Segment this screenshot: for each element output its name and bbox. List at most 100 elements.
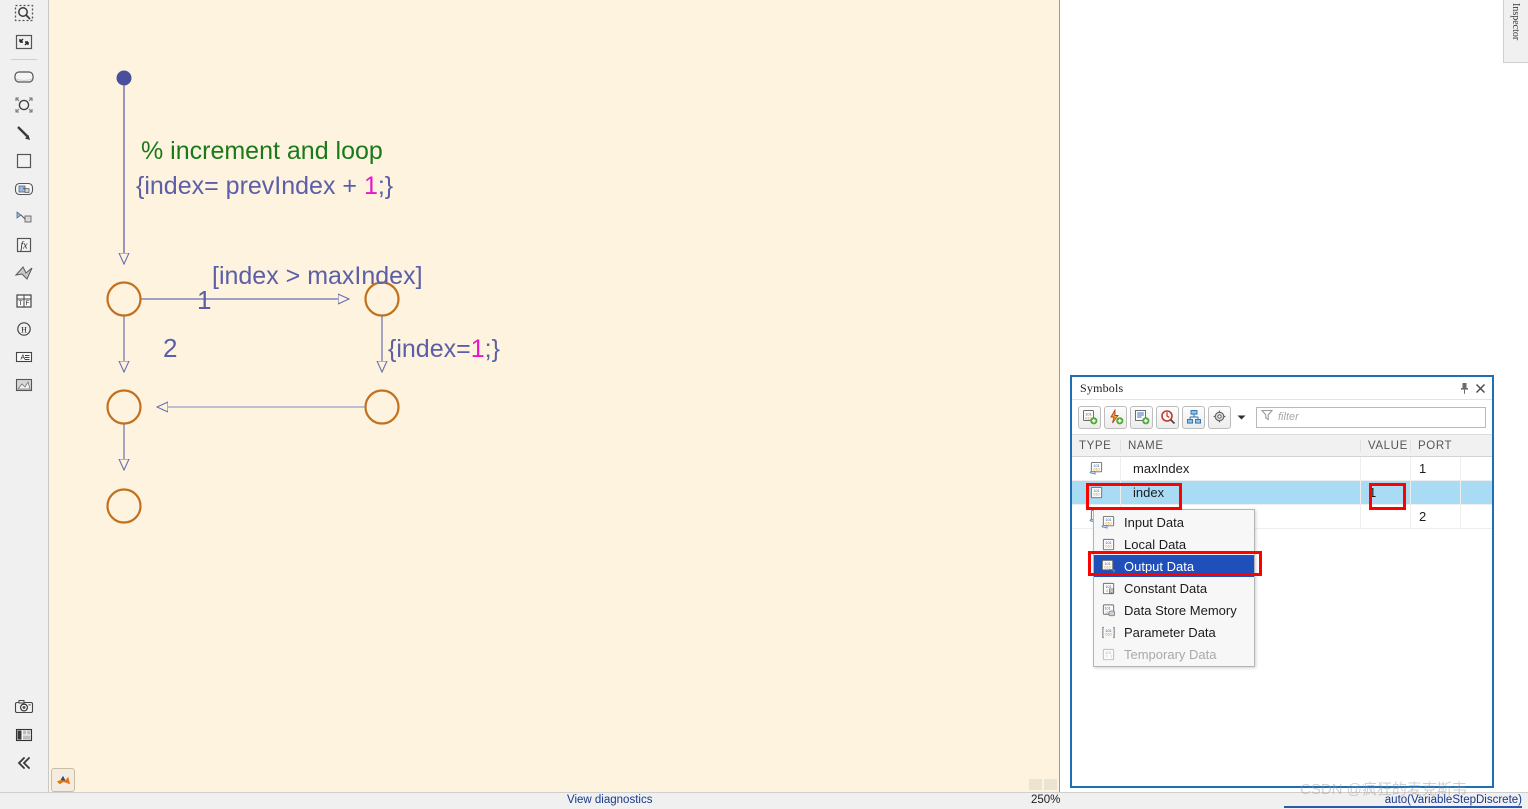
local-data-icon: 101 010 <box>1100 536 1116 552</box>
rounded-rect-state-icon[interactable] <box>0 63 48 91</box>
resolve-undefined-icon[interactable] <box>1156 405 1179 429</box>
svg-text:T: T <box>19 300 23 307</box>
add-message-icon[interactable] <box>1130 405 1153 429</box>
junction-icon[interactable] <box>0 91 48 119</box>
symbols-panel-toolbar: 101 010 filter <box>1072 400 1492 434</box>
csdn-watermark: CSDN @疯狂的麦克斯韦 <box>1300 781 1467 798</box>
svg-text:010: 010 <box>1093 493 1099 497</box>
column-header-value[interactable]: VALUE <box>1360 439 1410 452</box>
image-annotation-icon[interactable] <box>0 371 48 399</box>
symbol-value[interactable] <box>1360 457 1410 480</box>
symbol-port[interactable]: 1 <box>1410 457 1460 480</box>
collapse-panel-icon[interactable] <box>0 749 48 777</box>
menu-item-label: Input Data <box>1124 514 1184 530</box>
svg-text:0: 0 <box>1105 654 1107 658</box>
temporary-data-icon: 101 0 T <box>1100 646 1116 662</box>
menu-item-parameter-data[interactable]: 101 010 Parameter Data <box>1094 621 1254 643</box>
zoom-level-label[interactable]: 250% <box>1031 794 1060 806</box>
camera-icon[interactable] <box>0 693 48 721</box>
svg-text:F: F <box>26 300 30 307</box>
tool-rail-divider <box>11 59 37 60</box>
output-data-icon: 101 010 <box>1100 558 1116 574</box>
left-tool-rail: fx T F H A <box>0 0 49 793</box>
menu-item-label: Parameter Data <box>1124 624 1216 640</box>
symbol-row-spacer <box>1460 505 1492 528</box>
local-data-icon[interactable]: 101 010 <box>1072 481 1120 504</box>
chevron-down-icon[interactable] <box>1234 407 1248 428</box>
graphical-function-icon[interactable] <box>0 175 48 203</box>
matlab-function-icon[interactable]: fx <box>0 231 48 259</box>
symbol-port[interactable] <box>1410 481 1460 504</box>
symbols-filter-placeholder: filter <box>1278 411 1299 423</box>
chart-action-increment: {index= prevIndex + 1;} <box>136 169 393 204</box>
column-header-port[interactable]: PORT <box>1410 439 1460 452</box>
junction-d <box>364 389 400 425</box>
box-icon[interactable] <box>0 147 48 175</box>
transition-arrow-icon[interactable] <box>0 119 48 147</box>
symbol-value[interactable] <box>1360 505 1410 528</box>
menu-item-output-data[interactable]: 101 010 Output Data <box>1094 555 1254 577</box>
symbol-name[interactable]: maxIndex <box>1120 457 1360 480</box>
flowchart-graphics <box>106 70 400 524</box>
inspector-tab[interactable]: Inspector <box>1503 0 1528 63</box>
status-bar-rule <box>1284 806 1522 808</box>
symbols-panel-titlebar: Symbols <box>1072 377 1492 400</box>
layout-icon[interactable] <box>0 721 48 749</box>
transition-order-2: 2 <box>163 333 178 363</box>
inspector-tab-label: Inspector <box>1510 3 1521 41</box>
table-row[interactable]: 101 010 maxIndex 1 <box>1072 457 1492 481</box>
svg-text:010: 010 <box>1105 632 1111 636</box>
svg-text:A: A <box>21 355 26 362</box>
symbol-row-spacer <box>1460 481 1492 504</box>
chart-action-reset: {index=1;} <box>388 332 500 367</box>
table-row[interactable]: 101 010 index 1 <box>1072 481 1492 505</box>
menu-item-label: Local Data <box>1124 536 1187 552</box>
canvas-horizontal-scrollbar[interactable] <box>1029 779 1057 790</box>
symbol-name[interactable]: index <box>1120 481 1360 504</box>
add-event-icon[interactable] <box>1104 405 1127 429</box>
status-bar: View diagnostics 250% auto(VariableStepD… <box>0 792 1528 809</box>
settings-gear-icon[interactable] <box>1208 405 1231 429</box>
default-transition-dot <box>116 70 132 86</box>
close-icon[interactable] <box>1472 380 1488 396</box>
menu-item-temporary-data: 101 0 T Temporary Data <box>1094 643 1254 665</box>
zoom-fit-icon[interactable] <box>0 0 48 28</box>
history-junction-icon[interactable]: H <box>0 315 48 343</box>
svg-text:0: 0 <box>1105 610 1107 614</box>
annotation-text-icon[interactable]: A <box>0 343 48 371</box>
svg-text:c: c <box>1110 589 1112 593</box>
menu-item-label: Output Data <box>1124 558 1195 574</box>
chart-condition: [index > maxIndex] <box>212 262 423 290</box>
symbols-filter-input[interactable]: filter <box>1256 406 1486 428</box>
menu-item-local-data[interactable]: 101 010 Local Data <box>1094 533 1254 555</box>
junction-e <box>106 488 142 524</box>
chart-reset-suffix: ;} <box>484 335 500 363</box>
column-header-name[interactable]: NAME <box>1120 439 1360 452</box>
chart-reset-prefix: {index= <box>388 335 471 363</box>
junction-a <box>106 281 142 317</box>
menu-item-data-store-memory[interactable]: 101 0 Data Store Memory <box>1094 599 1254 621</box>
data-store-memory-icon: 101 0 <box>1100 602 1116 618</box>
stateflow-canvas[interactable]: % increment and loop {index= prevIndex +… <box>49 0 1060 793</box>
symbol-value[interactable]: 1 <box>1360 481 1410 504</box>
model-explorer-icon[interactable] <box>1182 405 1205 429</box>
matlab-icon[interactable] <box>51 768 75 792</box>
parameter-data-icon: 101 010 <box>1100 624 1116 640</box>
symbol-port[interactable]: 2 <box>1410 505 1460 528</box>
truth-table-icon[interactable]: T F <box>0 287 48 315</box>
data-scope-context-menu[interactable]: 101 010 Input Data 101 010 Local Data 10… <box>1093 509 1255 667</box>
chart-action-literal: 1 <box>363 172 378 200</box>
chart-reset-literal: 1 <box>470 335 485 363</box>
pin-icon[interactable] <box>1456 380 1472 396</box>
column-header-type[interactable]: TYPE <box>1072 440 1120 452</box>
chart-comment: % increment and loop <box>141 137 383 165</box>
menu-item-input-data[interactable]: 101 010 Input Data <box>1094 511 1254 533</box>
funnel-icon <box>1260 408 1274 426</box>
view-diagnostics-link[interactable]: View diagnostics <box>567 794 652 806</box>
simulink-function-icon[interactable] <box>0 203 48 231</box>
menu-item-constant-data[interactable]: 101 0 c Constant Data <box>1094 577 1254 599</box>
add-data-icon[interactable]: 101 010 <box>1078 405 1101 429</box>
svg-text:fx: fx <box>20 241 28 252</box>
simulink-state-icon[interactable] <box>0 259 48 287</box>
expand-icon[interactable] <box>0 28 48 56</box>
